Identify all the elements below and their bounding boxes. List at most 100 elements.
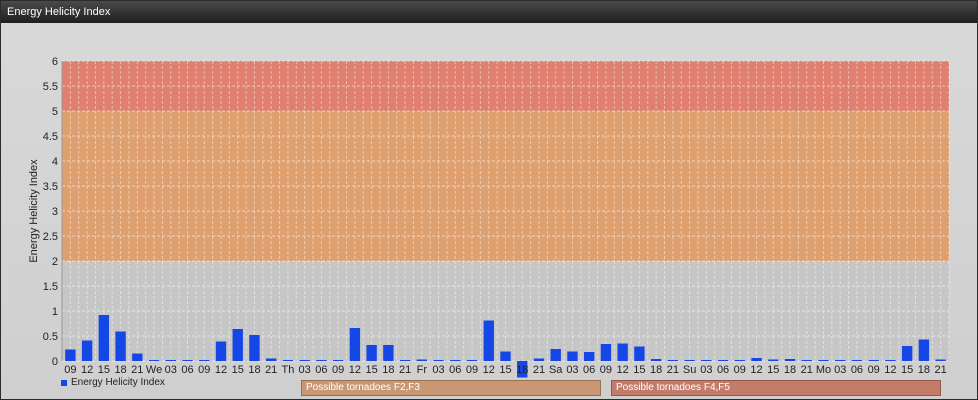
bar (215, 341, 227, 361)
bar (316, 360, 327, 361)
bar (901, 346, 913, 361)
x-tick-label: 15 (633, 364, 645, 376)
bar (717, 360, 729, 361)
x-tick-label: 06 (851, 364, 863, 376)
x-tick-label: 12 (483, 364, 495, 376)
bar (399, 360, 411, 361)
bar (115, 331, 126, 361)
legend-label: Energy Helicity Index (71, 377, 165, 388)
y-tick-label: 3.5 (43, 181, 58, 193)
bar (667, 360, 679, 361)
x-tick-label: 15 (98, 364, 110, 376)
bar (332, 360, 344, 361)
x-tick-label: 06 (181, 364, 193, 376)
bar (583, 352, 595, 361)
bar (935, 359, 946, 361)
bar (132, 353, 143, 361)
bar (282, 360, 294, 361)
x-tick-label: 09 (868, 364, 880, 376)
bar (818, 360, 829, 361)
y-axis-label: Energy Helicity Index (28, 159, 40, 263)
x-tick-label: 03 (834, 364, 846, 376)
bar (885, 360, 896, 361)
bar (851, 360, 863, 361)
x-tick-label: 21 (801, 364, 813, 376)
bar (734, 360, 745, 361)
bar (450, 360, 461, 361)
x-tick-label: 06 (583, 364, 595, 376)
bar (249, 335, 260, 361)
bar (868, 360, 879, 361)
zone-label-f2-f3: Possible tornadoes F2,F3 (301, 380, 601, 396)
bar (835, 360, 846, 361)
x-tick-label: Mo (816, 364, 831, 376)
x-tick-label: 21 (399, 364, 411, 376)
bar (550, 349, 561, 361)
x-tick-label: 18 (114, 364, 126, 376)
bar (366, 345, 377, 361)
y-tick-label: 5 (52, 106, 58, 118)
x-tick-label: 12 (215, 364, 227, 376)
chart-window: Energy Helicity Index 0 0.5 1 1.5 2 2.5 3 3.5 4 4… (0, 0, 978, 400)
bar (567, 351, 578, 361)
x-tick-label: 12 (617, 364, 629, 376)
x-tick-label: 09 (600, 364, 612, 376)
x-tick-label: 12 (349, 364, 361, 376)
y-tick-label: 1.5 (43, 281, 58, 293)
x-tick-label: 18 (248, 364, 260, 376)
x-tick-label: 18 (918, 364, 930, 376)
y-tick-label: 1 (52, 306, 58, 318)
bar (768, 359, 779, 361)
zone-label-f4-f5: Possible tornadoes F4,F5 (611, 380, 941, 396)
bar (433, 360, 444, 361)
x-tick-label: 15 (901, 364, 913, 376)
x-tick-label: Su (683, 364, 696, 376)
x-tick-label: Th (282, 364, 295, 376)
bar (533, 358, 545, 361)
bar (65, 349, 76, 361)
x-tick-label: 21 (533, 364, 545, 376)
bar (600, 344, 612, 361)
x-tick-label: 03 (566, 364, 578, 376)
bar (266, 358, 277, 361)
x-tick-label: 18 (784, 364, 796, 376)
x-tick-label: 21 (935, 364, 947, 376)
y-tick-label: 2.5 (43, 231, 58, 243)
x-tick-label: 18 (650, 364, 662, 376)
x-tick-label: 15 (499, 364, 511, 376)
x-tick-label: 12 (750, 364, 762, 376)
bar (801, 360, 812, 361)
x-tick-label: 03 (700, 364, 712, 376)
bar (81, 340, 93, 361)
x-tick-label: 03 (432, 364, 444, 376)
y-tick-label: 3 (52, 206, 58, 218)
x-tick-label: 15 (232, 364, 244, 376)
bar (199, 360, 210, 361)
x-tick-label: 21 (131, 364, 143, 376)
x-tick-label: 15 (767, 364, 779, 376)
bar (232, 329, 243, 361)
bar (650, 359, 662, 361)
x-tick-label: Sa (549, 364, 563, 376)
y-tick-label: 5.5 (43, 81, 58, 93)
bar (182, 360, 193, 361)
window-title: Energy Helicity Index (1, 1, 977, 23)
x-tick-label: 03 (165, 364, 177, 376)
bar (383, 345, 394, 361)
bar (918, 339, 930, 361)
x-tick-label: We (146, 364, 162, 376)
bar (349, 328, 361, 361)
x-tick-label: 09 (332, 364, 344, 376)
x-tick-label: 15 (365, 364, 377, 376)
x-tick-label: 12 (81, 364, 93, 376)
energy-helicity-chart: 0 0.5 1 1.5 2 2.5 3 3.5 4 4.5 5 5.5 6 Energy Helicity… (28, 56, 950, 378)
bar (701, 360, 712, 361)
y-tick-label: 0 (52, 356, 58, 368)
x-tick-label: 03 (299, 364, 311, 376)
bar (751, 358, 762, 361)
bar (416, 359, 428, 361)
x-tick-label: Fr (417, 364, 428, 376)
x-tick-label: 21 (265, 364, 277, 376)
x-tick-label: 06 (717, 364, 729, 376)
y-tick-label: 0.5 (43, 331, 58, 343)
